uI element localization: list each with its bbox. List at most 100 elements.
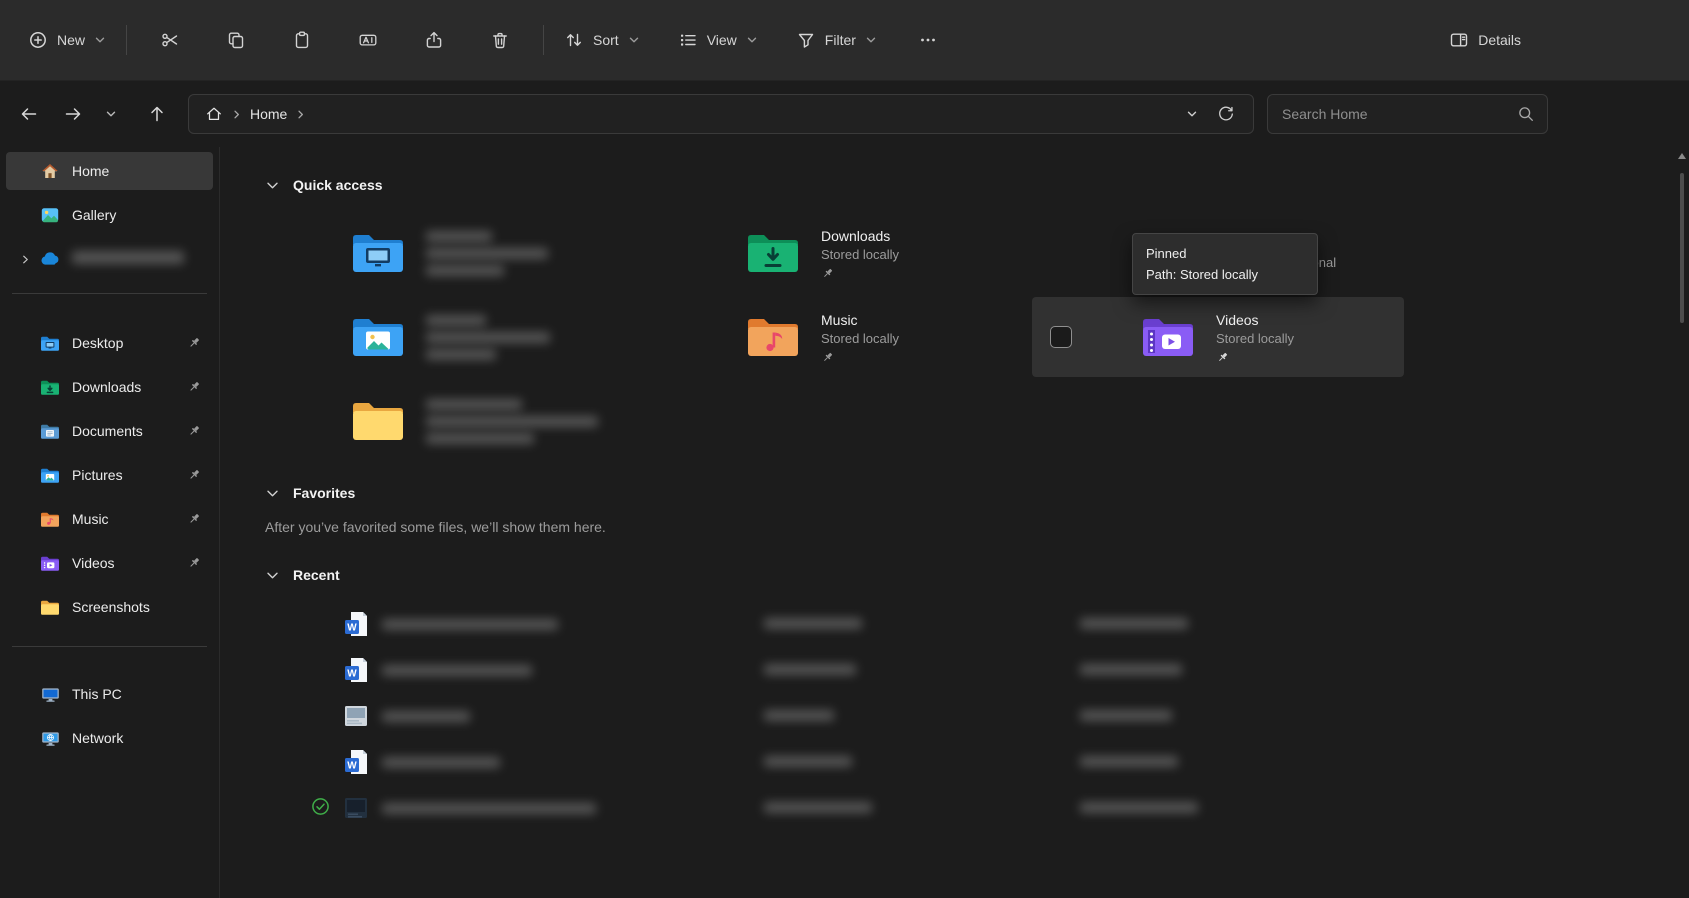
videos-folder-icon	[1140, 314, 1196, 360]
network-globe-icon	[40, 729, 60, 747]
navigation-bar: Home	[0, 81, 1689, 147]
recent-file-row[interactable]: W	[344, 647, 1689, 693]
sidebar-item-home[interactable]: Home	[6, 152, 213, 190]
sidebar-item-label: Desktop	[72, 335, 123, 351]
details-button[interactable]: Details	[1437, 21, 1533, 59]
up-button[interactable]	[138, 96, 176, 132]
downloads-folder-icon	[745, 230, 801, 276]
filter-button[interactable]: Filter	[784, 21, 889, 59]
videos-folder-icon	[40, 554, 60, 572]
sidebar-item-label: Home	[72, 163, 109, 179]
quick-access-tile[interactable]	[242, 213, 614, 293]
item-title: Videos	[1216, 310, 1294, 330]
chevron-down-icon	[628, 34, 640, 46]
desktop-folder-icon	[40, 334, 60, 352]
item-checkbox[interactable]	[1050, 326, 1072, 348]
side-panel-icon	[1449, 30, 1469, 50]
sidebar-item-music[interactable]: Music	[6, 500, 213, 538]
quick-access-tile[interactable]	[242, 381, 614, 461]
sidebar-item-downloads[interactable]: Downloads	[6, 368, 213, 406]
recent-file-row[interactable]: W	[344, 601, 1689, 647]
sidebar-item-screenshots[interactable]: Screenshots	[6, 588, 213, 626]
section-title: Recent	[293, 567, 340, 583]
back-button[interactable]	[10, 96, 48, 132]
rename-icon	[358, 30, 378, 50]
blurred-item-text	[426, 396, 598, 447]
word-document-icon: W	[344, 749, 368, 776]
address-bar[interactable]: Home	[188, 94, 1254, 134]
computer-monitor-icon	[40, 685, 60, 703]
sidebar-divider	[12, 293, 207, 294]
paste-button[interactable]	[281, 19, 323, 61]
pushpin-icon	[1216, 351, 1294, 364]
search-input[interactable]	[1280, 105, 1517, 123]
sidebar-item-network[interactable]: Network	[6, 719, 213, 757]
sidebar-item-gallery[interactable]: Gallery	[6, 196, 213, 234]
quick-access-header[interactable]: Quick access	[265, 173, 1689, 197]
recent-file-row[interactable]	[344, 693, 1689, 739]
sidebar-item-documents[interactable]: Documents	[6, 412, 213, 450]
green-check-circle-icon	[311, 797, 330, 816]
cut-button[interactable]	[149, 19, 191, 61]
desktop-folder-icon	[350, 230, 406, 276]
blurred-item-text	[426, 228, 548, 279]
tooltip-line1: Pinned	[1146, 243, 1304, 264]
quick-access-tile-videos[interactable]: Videos Stored locally	[1032, 297, 1404, 377]
share-button[interactable]	[413, 19, 455, 61]
recent-file-row[interactable]	[344, 785, 1689, 831]
sidebar-item-pictures[interactable]: Pictures	[6, 456, 213, 494]
music-folder-icon	[40, 510, 60, 528]
documents-folder-icon	[40, 422, 60, 440]
scroll-up-arrow[interactable]	[1678, 153, 1686, 159]
sidebar-item-videos[interactable]: Videos	[6, 544, 213, 582]
recent-locations-button[interactable]	[98, 96, 124, 132]
copy-button[interactable]	[215, 19, 257, 61]
breadcrumb-home[interactable]: Home	[199, 101, 314, 127]
sidebar-item-label: Network	[72, 730, 123, 746]
navigation-pane: Home Gallery	[0, 147, 220, 898]
scrollbar-thumb[interactable]	[1680, 173, 1684, 323]
toolbar-separator	[126, 25, 127, 55]
pushpin-icon	[187, 468, 201, 482]
chevron-down-icon[interactable]	[265, 486, 280, 501]
chevron-down-icon[interactable]	[265, 178, 280, 193]
trash-icon	[490, 30, 510, 50]
chevron-down-icon	[746, 34, 758, 46]
sidebar-item-this-pc[interactable]: This PC	[6, 675, 213, 713]
chevron-down-icon[interactable]	[265, 568, 280, 583]
recent-header[interactable]: Recent	[265, 563, 1689, 587]
sort-button[interactable]: Sort	[552, 21, 652, 59]
quick-access-tile[interactable]	[242, 297, 614, 377]
refresh-button[interactable]	[1209, 98, 1243, 130]
see-more-button[interactable]	[907, 19, 949, 61]
rename-button[interactable]	[347, 19, 389, 61]
sidebar-item-desktop[interactable]: Desktop	[6, 324, 213, 362]
filter-button-label: Filter	[825, 32, 856, 48]
pushpin-icon	[187, 336, 201, 350]
recent-file-row[interactable]: W	[344, 739, 1689, 785]
favorites-header[interactable]: Favorites	[265, 481, 1689, 505]
ellipsis-icon	[918, 30, 938, 50]
search-icon[interactable]	[1517, 105, 1535, 123]
chevron-down-icon	[865, 34, 877, 46]
vertical-scrollbar[interactable]	[1678, 153, 1686, 898]
quick-access-tile-music[interactable]: Music Stored locally	[637, 297, 1009, 377]
sidebar-item-label: Videos	[72, 555, 115, 571]
quick-access-tile-downloads[interactable]: Downloads Stored locally	[637, 213, 1009, 293]
copy-icon	[226, 30, 246, 50]
expand-chevron-icon[interactable]	[10, 254, 40, 265]
new-button[interactable]: New	[16, 21, 118, 59]
command-bar: New	[0, 0, 1689, 81]
view-button[interactable]: View	[666, 21, 770, 59]
pictures-folder-icon	[350, 314, 406, 360]
forward-button[interactable]	[54, 96, 92, 132]
new-button-label: New	[57, 32, 85, 48]
sidebar-item-onedrive[interactable]	[6, 240, 213, 278]
folder-icon	[40, 598, 60, 616]
pushpin-icon	[187, 380, 201, 394]
plus-circle-icon	[28, 30, 48, 50]
word-document-icon: W	[344, 611, 368, 638]
address-dropdown-button[interactable]	[1175, 98, 1209, 130]
delete-button[interactable]	[479, 19, 521, 61]
search-box[interactable]	[1267, 94, 1548, 134]
